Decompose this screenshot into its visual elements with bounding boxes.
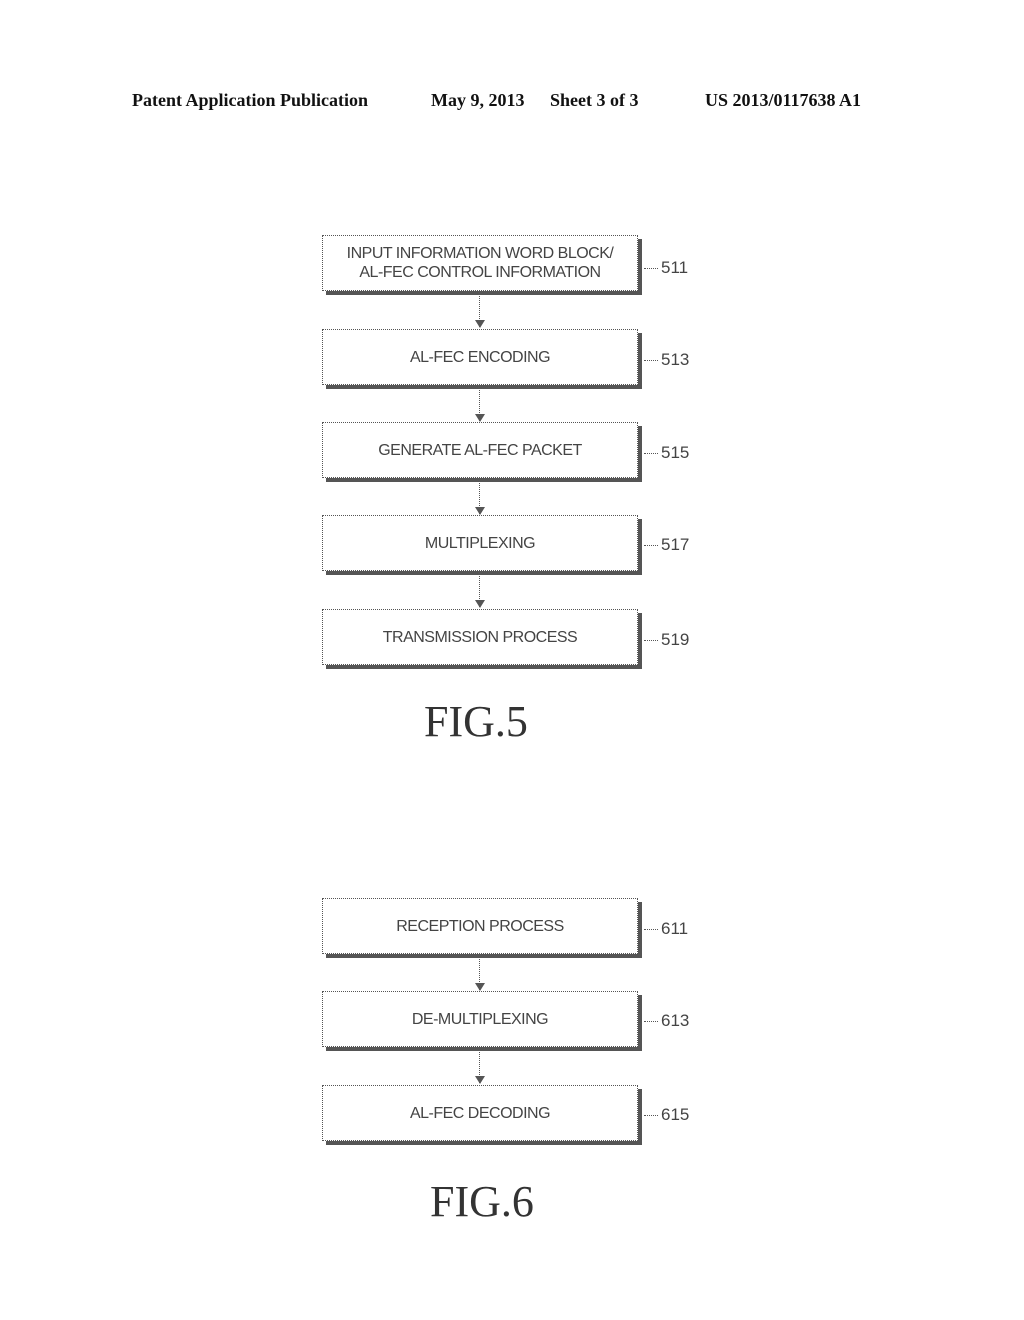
ref-number: 511 [661,258,689,277]
step-text: AL-FEC ENCODING [409,348,551,366]
arrow-down-icon [475,956,485,991]
ref-label-519: 519 [644,630,689,650]
ref-label-513: 513 [644,350,689,370]
step-text-line2: AL-FEC CONTROL INFORMATION [359,264,601,281]
flow-step-513: AL-FEC ENCODING [322,329,638,385]
ref-number: 519 [661,630,690,649]
ref-label-515: 515 [644,443,689,463]
leader-line [644,1021,658,1023]
arrow-down-icon [475,573,485,608]
arrow-down-icon [475,480,485,515]
patent-number: US 2013/0117638 A1 [705,90,862,110]
step-text: MULTIPLEXING [424,534,536,552]
ref-number: 613 [661,1011,690,1030]
ref-label-511: 511 [644,258,688,278]
flow-step-515: GENERATE AL-FEC PACKET [322,422,638,478]
ref-number: 517 [661,535,690,554]
publication-type: Patent Application Publication [132,90,369,110]
ref-label-613: 613 [644,1011,689,1031]
flow-step-615: AL-FEC DECODING [322,1085,638,1141]
flow-step-611: RECEPTION PROCESS [322,898,638,954]
ref-label-611: 611 [644,919,688,939]
publication-date: May 9, 2013 [431,90,525,110]
ref-label-615: 615 [644,1105,689,1125]
ref-number: 515 [661,443,690,462]
arrow-down-icon [475,387,485,422]
leader-line [644,453,658,455]
step-text: TRANSMISSION PROCESS [382,628,578,646]
arrow-down-icon [475,1049,485,1084]
leader-line [644,545,658,547]
arrow-down-icon [475,293,485,328]
step-text: AL-FEC DECODING [409,1104,551,1122]
step-text: GENERATE AL-FEC PACKET [378,441,582,459]
step-text-line1: INPUT INFORMATION WORD BLOCK/ [346,245,614,262]
leader-line [644,929,658,931]
step-text: DE-MULTIPLEXING [411,1010,549,1028]
sheet-number: Sheet 3 of 3 [550,90,639,110]
leader-line [644,268,658,270]
leader-line [644,360,658,362]
figure-label: FIG.5 [424,697,528,746]
leader-line [644,1115,658,1117]
ref-number: 513 [661,350,690,369]
ref-number: 611 [661,919,689,938]
figure-label: FIG.6 [430,1177,534,1226]
step-text: RECEPTION PROCESS [396,917,564,935]
flow-step-613: DE-MULTIPLEXING [322,991,638,1047]
ref-label-517: 517 [644,535,689,555]
flow-step-517: MULTIPLEXING [322,515,638,571]
ref-number: 615 [661,1105,690,1124]
leader-line [644,640,658,642]
flow-step-519: TRANSMISSION PROCESS [322,609,638,665]
flow-step-511: INPUT INFORMATION WORD BLOCK/ AL-FEC CON… [322,235,638,291]
